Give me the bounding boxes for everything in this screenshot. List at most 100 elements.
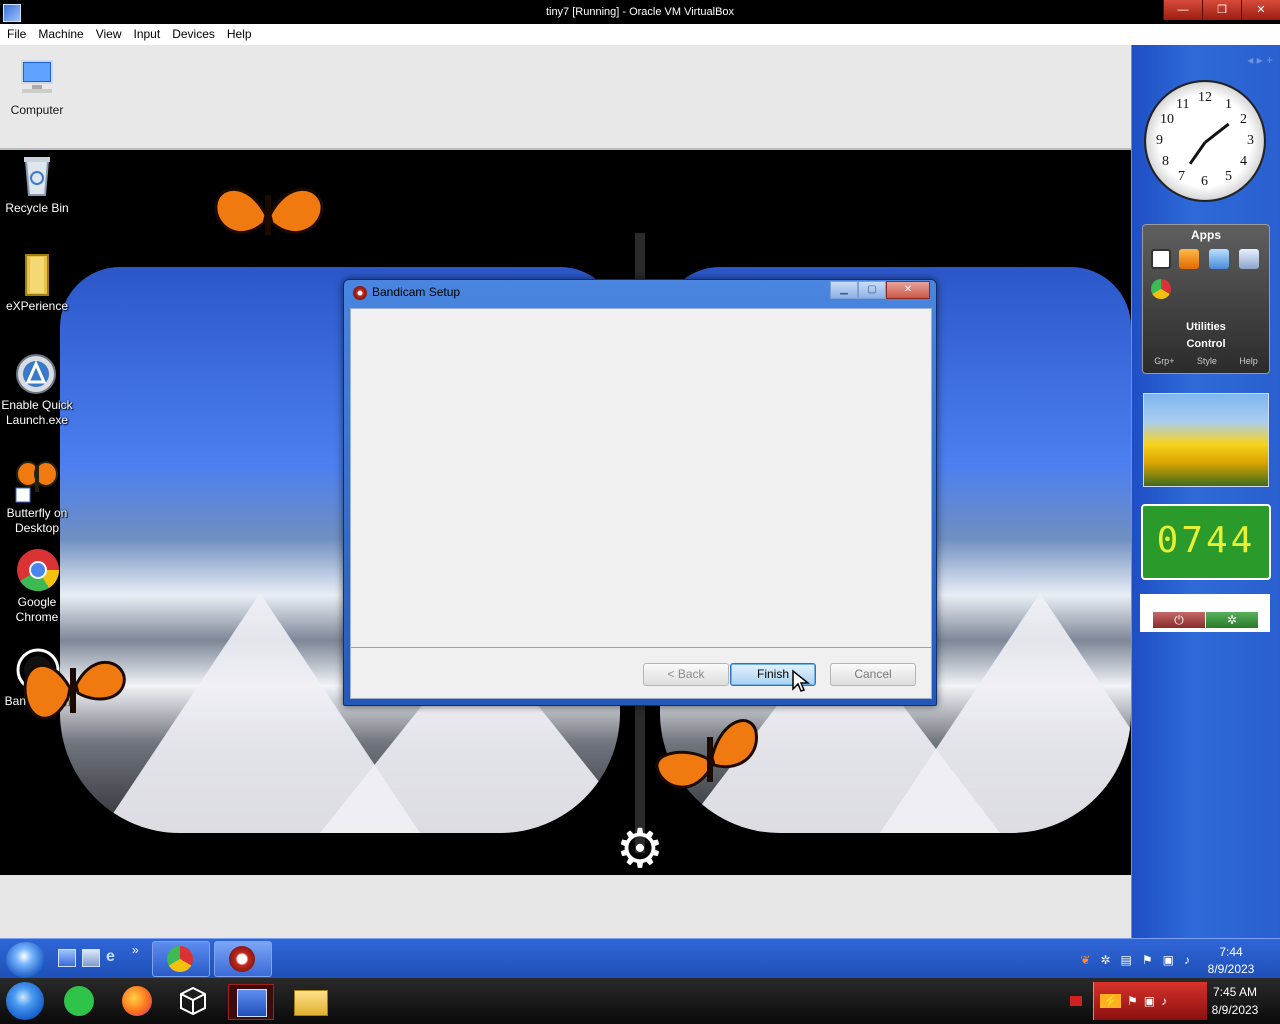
guest-clock[interactable]: 7:44 8/9/2023 — [1196, 944, 1266, 978]
power-tray-icon[interactable]: ⚡ — [1100, 994, 1121, 1008]
taskbar-virtualbox[interactable] — [172, 984, 216, 1018]
clock-number: 12 — [1198, 90, 1212, 105]
menu-view[interactable]: View — [90, 24, 128, 45]
flag-tray-icon[interactable]: ⚑ — [1127, 994, 1138, 1008]
taskbar-bandicam-setup[interactable] — [214, 941, 272, 977]
host-system-tray: ⚡ ⚑ ▣ ♪ — [1093, 982, 1207, 1020]
show-desktop-icon[interactable] — [58, 949, 76, 967]
butterfly-tray-icon[interactable]: ❦ — [1080, 953, 1090, 967]
power-gadget: ⏻ ✲ — [1140, 594, 1270, 632]
vm-window-icon — [237, 989, 267, 1017]
clock-hour-hand — [1188, 141, 1207, 165]
desktop-icon-recycle-bin[interactable]: Recycle Bin — [0, 153, 74, 216]
clock-minute-hand — [1204, 122, 1230, 144]
apps-link-help[interactable]: Help — [1239, 356, 1258, 366]
folder-icon — [294, 990, 328, 1016]
taskbar-tiny7-vm[interactable] — [228, 984, 274, 1020]
clock-number: 11 — [1176, 97, 1190, 112]
host-window-title: tiny7 [Running] - Oracle VM VirtualBox — [545, 6, 735, 18]
guest-taskbar: e » ❦ ✲ ▤ ⚑ ▣ ♪ 7:44 8/9/2023 — [0, 938, 1280, 979]
taskbar-chrome[interactable] — [152, 941, 210, 977]
volume-tray-icon[interactable]: ♪ — [1161, 994, 1167, 1008]
host-taskbar: ⚡ ⚑ ▣ ♪ 7:45 AM 8/9/2023 — [0, 978, 1280, 1024]
host-clock[interactable]: 7:45 AM 8/9/2023 — [1200, 983, 1270, 1019]
chrome-icon[interactable] — [1151, 279, 1171, 299]
network-tray-icon[interactable]: ▣ — [1144, 994, 1155, 1008]
dialog-content-panel — [351, 309, 931, 648]
volume-tray-icon[interactable]: ♪ — [1184, 953, 1190, 967]
taskbar-file-explorer[interactable] — [288, 984, 332, 1018]
virtualbox-app-icon[interactable] — [3, 4, 21, 22]
quick-launch-icon — [14, 350, 60, 396]
power-button[interactable]: ⏻ — [1153, 612, 1205, 628]
butterfly-icon — [655, 719, 758, 789]
dialog-minimize-button[interactable]: ▁ — [830, 281, 858, 299]
notes-icon — [64, 986, 94, 1016]
media-player-icon[interactable] — [1179, 249, 1199, 269]
gadget-nav-controls[interactable]: ◂ ▸ + — [1247, 53, 1273, 67]
gadget-sidebar: ◂ ▸ + 12 1 2 3 4 5 6 7 8 9 10 11 Apps Ut… — [1131, 45, 1280, 938]
analog-clock-gadget[interactable]: 12 1 2 3 4 5 6 7 8 9 10 11 — [1144, 80, 1266, 202]
quick-launch-overflow[interactable]: » — [132, 943, 139, 957]
slideshow-gadget[interactable] — [1143, 393, 1269, 487]
apps-utilities-label[interactable]: Utilities — [1143, 321, 1269, 333]
mouse-cursor-icon — [792, 669, 811, 692]
host-tray-alert-icon[interactable] — [1070, 996, 1082, 1006]
desktop-icon-enable-quick-launch[interactable]: Enable Quick Launch.exe — [0, 350, 74, 428]
taskbar-notes-app[interactable] — [58, 984, 102, 1018]
hourglass-icon[interactable] — [1239, 249, 1259, 269]
desktop-icon-label: eXPerience — [5, 299, 69, 313]
digital-clock-gadget[interactable]: 0744 — [1141, 504, 1271, 580]
host-clock-date: 8/9/2023 — [1211, 1003, 1259, 1017]
document-tray-icon[interactable]: ▤ — [1121, 953, 1132, 967]
sleep-button[interactable]: ✲ — [1206, 612, 1258, 628]
menu-devices[interactable]: Devices — [166, 24, 221, 45]
clock-number: 10 — [1160, 112, 1174, 127]
host-window-controls: — ❐ ✕ — [1163, 0, 1280, 20]
clock-number: 3 — [1247, 133, 1254, 148]
desktop-icon-label: Enable Quick Launch.exe — [1, 398, 73, 427]
gear-tray-icon[interactable]: ✲ — [1100, 953, 1110, 967]
apps-control-label[interactable]: Control — [1143, 338, 1269, 350]
menu-help[interactable]: Help — [221, 24, 258, 45]
taskbar-firefox[interactable] — [116, 984, 160, 1018]
apps-link-grp[interactable]: Grp+ — [1154, 356, 1174, 366]
gear-icon: ⚙ — [615, 819, 665, 879]
internet-explorer-icon[interactable]: e — [106, 949, 122, 965]
digital-clock-time: 0744 — [1156, 520, 1256, 561]
clock-number: 2 — [1240, 112, 1247, 127]
clock-number: 5 — [1225, 169, 1232, 184]
desktop-icon-google-chrome[interactable]: Google Chrome — [0, 547, 74, 625]
menu-file[interactable]: File — [0, 24, 32, 45]
close-app-icon[interactable] — [1151, 249, 1171, 269]
switch-windows-icon[interactable] — [82, 949, 100, 967]
guest-system-tray: ❦ ✲ ▤ ⚑ ▣ ♪ — [1080, 953, 1190, 967]
guest-start-button[interactable] — [6, 942, 46, 978]
desktop-icon-label: Recycle Bin — [5, 201, 69, 215]
dialog-close-button[interactable]: ✕ — [886, 281, 930, 299]
host-clock-time: 7:45 AM — [1212, 985, 1258, 999]
paint-icon[interactable] — [1209, 249, 1229, 269]
host-close-button[interactable]: ✕ — [1241, 0, 1280, 20]
host-minimize-button[interactable]: — — [1163, 0, 1202, 20]
cancel-button[interactable]: Cancel — [830, 663, 916, 686]
host-title-bar: tiny7 [Running] - Oracle VM VirtualBox — [0, 0, 1280, 24]
back-button[interactable]: < Back — [643, 663, 729, 686]
apps-link-style[interactable]: Style — [1197, 356, 1217, 366]
desktop-icon-experience[interactable]: eXPerience — [0, 251, 74, 314]
flag-tray-icon[interactable]: ⚑ — [1142, 953, 1153, 967]
dialog-maximize-button[interactable]: ▢ — [858, 281, 886, 299]
clock-number: 4 — [1240, 154, 1247, 169]
network-tray-icon[interactable]: ▣ — [1163, 953, 1174, 967]
menu-machine[interactable]: Machine — [32, 24, 89, 45]
host-restore-button[interactable]: ❐ — [1202, 0, 1241, 20]
desktop-icon-computer[interactable]: Computer — [0, 55, 74, 118]
host-start-button[interactable] — [6, 982, 44, 1020]
menu-input[interactable]: Input — [128, 24, 167, 45]
virtualbox-icon — [180, 986, 206, 1016]
desktop-icon-butterfly-on-desktop[interactable]: Butterfly on Desktop — [0, 458, 74, 536]
clock-number: 6 — [1201, 174, 1208, 189]
dialog-title: Bandicam Setup — [372, 285, 461, 299]
clock-number: 1 — [1225, 97, 1232, 112]
apps-gadget: Apps Utilities Control Grp+ Style Help — [1142, 224, 1270, 374]
